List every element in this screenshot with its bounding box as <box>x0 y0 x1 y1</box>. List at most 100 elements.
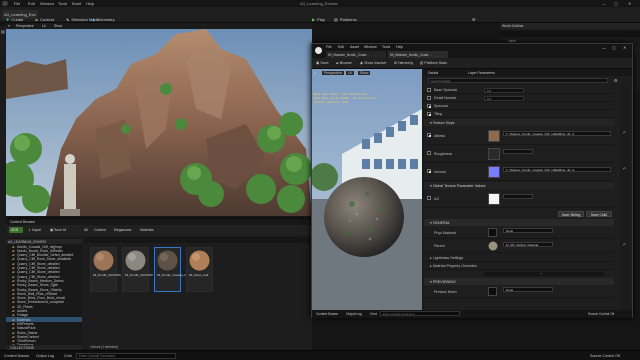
parent-material-thumb[interactable] <box>488 241 498 251</box>
layer-parameters-tab[interactable]: Layer Parameters <box>468 71 495 75</box>
level-viewport[interactable]: ● <box>6 29 312 216</box>
mi-tab-2[interactable]: MI_Massive_Nordic_Coast... <box>388 51 448 58</box>
reset-arrow-icon[interactable]: ↶ <box>623 131 626 135</box>
save-child-button[interactable]: Save Child <box>586 211 612 217</box>
mi-save-button[interactable]: ▣ Save <box>316 61 329 65</box>
details-settings-icon[interactable]: ⚙ <box>614 78 618 83</box>
settings-button[interactable]: ⚙ <box>470 15 478 24</box>
mi-close-icon[interactable]: ✕ <box>623 45 626 50</box>
preview-mesh-thumb[interactable] <box>488 287 497 296</box>
asset-thumb-1[interactable]: MI_Nordic_MASTER_FT <box>90 247 126 292</box>
ao-texture-thumb[interactable] <box>488 193 500 205</box>
asset-thumb-2[interactable]: MI_Nordic_MASTER <box>122 247 153 292</box>
prop-checkbox[interactable] <box>427 104 431 108</box>
maximize-icon[interactable]: ▢ <box>614 1 618 6</box>
mi-content-drawer-button[interactable]: Content Drawer <box>316 312 338 316</box>
mi-cmd-label[interactable]: Cmd <box>370 312 377 316</box>
mi-perspective-button[interactable]: Perspective <box>322 71 344 75</box>
prop-checkbox[interactable] <box>427 169 431 173</box>
asset-thumb-4[interactable]: MI_Stone_Fall <box>186 247 213 292</box>
previewing-section[interactable]: ▾ PREVIEWING <box>424 278 614 285</box>
parent-combo[interactable]: M_MS_Default_Material <box>503 242 553 247</box>
output-log-button[interactable]: Output Log <box>36 354 54 358</box>
menu-edit[interactable]: Edit <box>28 1 35 6</box>
mi-preview-viewport[interactable]: Base pass shader: 187 instructions Base … <box>312 69 422 311</box>
cmd-label[interactable]: Cmd <box>64 354 72 358</box>
roughness-texture-combo[interactable] <box>503 149 533 154</box>
source-control-status[interactable]: Source Control Off <box>590 354 620 358</box>
reset-arrow-icon[interactable]: ↶ <box>623 243 626 247</box>
mi-menu-asset[interactable]: Asset <box>350 45 359 49</box>
save-sibling-button[interactable]: Save Sibling <box>558 211 584 217</box>
reset-arrow-icon[interactable]: ↶ <box>623 167 626 171</box>
preview-mesh-combo[interactable]: None <box>503 287 553 292</box>
close-icon[interactable]: ✕ <box>628 1 631 6</box>
unreal-logo-icon[interactable] <box>2 1 8 6</box>
prop-lightmass[interactable]: ▸ Lightmass Settings <box>424 254 614 262</box>
prop-checkbox[interactable] <box>427 96 431 100</box>
mi-maximize-icon[interactable]: ▢ <box>612 45 616 50</box>
mi-show-inactive-button[interactable]: ◉ Show Inactive <box>360 61 387 65</box>
menu-build[interactable]: Build <box>72 1 81 6</box>
prop-material-overrides[interactable]: ▸ Material Property Overrides <box>424 262 614 270</box>
cb-save-all-button[interactable]: ▣ Save All <box>50 228 66 232</box>
mi-output-log-button[interactable]: Output Log <box>346 312 362 316</box>
prop-value[interactable]: 0.5 <box>484 87 524 93</box>
cb-breadcrumb-megascans[interactable]: Megascans <box>114 228 131 232</box>
phys-material-thumb[interactable] <box>488 228 497 237</box>
mi-menu-tools[interactable]: Tools <box>382 45 390 49</box>
details-tab[interactable]: Details <box>428 71 438 75</box>
general-section[interactable]: ▾ GENERAL <box>424 219 614 226</box>
outliner-search[interactable] <box>500 31 640 37</box>
viewport-menu-icon[interactable]: ≡ <box>8 24 10 28</box>
normal-texture-combo[interactable]: T_Massive_Nordic_Coastal_Cliff_rnBedRGa_… <box>503 167 611 172</box>
content-drawer-button[interactable]: Content Drawer <box>4 354 29 358</box>
prop-checkbox[interactable] <box>427 88 431 92</box>
global-texture-group[interactable]: ▾ Global Texture Parameter Values <box>424 182 614 189</box>
details-search-input[interactable] <box>428 78 608 83</box>
play-button[interactable]: ▶ Play <box>310 15 327 24</box>
asset-thumb-3-selected[interactable]: MI_Nordic_Coastal_Cliff <box>154 247 189 292</box>
mi-menu-help[interactable]: Help <box>396 45 403 49</box>
mi-menu-window[interactable]: Window <box>364 45 377 49</box>
mi-viewport-menu-icon[interactable]: ≡ <box>314 71 316 75</box>
cb-tab[interactable]: Content Browser <box>10 220 35 224</box>
viewport-perspective-button[interactable]: Perspective <box>16 24 34 28</box>
cb-import-button[interactable]: ⇩ Import <box>28 228 41 232</box>
console-input[interactable] <box>76 352 176 359</box>
cb-breadcrumb-materials[interactable]: Materials <box>140 228 154 232</box>
menu-file[interactable]: File <box>14 1 20 6</box>
phys-material-combo[interactable]: None <box>503 228 553 233</box>
mi-platform-stats-button[interactable]: ▥ Platform Stats <box>420 61 447 65</box>
mi-menu-edit[interactable]: Edit <box>338 45 344 49</box>
mi-tab-1[interactable]: MI_Massive_Nordic_Coast... <box>326 51 386 58</box>
cb-breadcrumb-all[interactable]: All <box>84 228 88 232</box>
chevron-down-icon[interactable]: ⌄ <box>540 271 543 275</box>
prop-value[interactable]: 0.0 <box>484 95 524 101</box>
mi-source-control-status[interactable]: Source Control Off <box>588 312 614 316</box>
mi-minimize-icon[interactable]: — <box>602 45 606 50</box>
prop-checkbox[interactable] <box>427 112 431 116</box>
mi-browse-button[interactable]: ▰ Browse <box>336 61 352 65</box>
cb-search[interactable] <box>84 237 310 243</box>
menu-help[interactable]: Help <box>86 1 94 6</box>
cb-breadcrumb-content[interactable]: Content <box>94 228 106 232</box>
ao-texture-combo[interactable] <box>503 194 533 199</box>
sidebar-tab-icon[interactable]: ▤ <box>1 29 5 34</box>
viewport-show-button[interactable]: Show <box>54 24 62 28</box>
viewport-lit-button[interactable]: Lit <box>42 24 46 28</box>
roughness-texture-thumb[interactable] <box>488 148 500 160</box>
prop-checkbox[interactable] <box>427 133 431 137</box>
menu-window[interactable]: Window <box>40 1 54 6</box>
minimize-icon[interactable]: — <box>602 1 606 6</box>
prop-checkbox[interactable] <box>427 151 431 155</box>
mi-hierarchy-button[interactable]: ⊞ Hierarchy <box>394 61 413 65</box>
mi-console-input[interactable] <box>380 311 460 316</box>
texture-slope-group[interactable]: ▾ Texture Slope <box>424 119 614 126</box>
albedo-texture-thumb[interactable] <box>488 130 500 142</box>
menu-tools[interactable]: Tools <box>58 1 67 6</box>
normal-texture-thumb[interactable] <box>488 166 500 178</box>
mi-menu-file[interactable]: File <box>326 45 332 49</box>
mi-show-button[interactable]: Show <box>358 71 371 75</box>
mi-lit-button[interactable]: Lit <box>346 71 354 75</box>
